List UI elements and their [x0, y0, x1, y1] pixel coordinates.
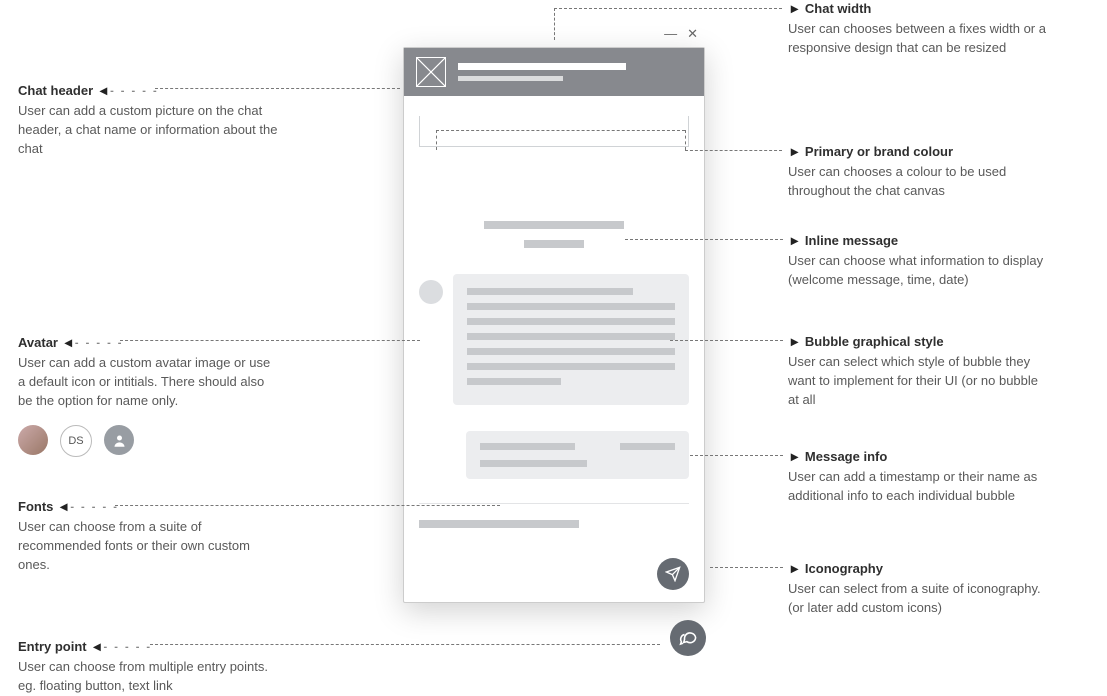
chat-header [404, 48, 704, 96]
avatar-examples: DS [18, 425, 134, 457]
annotation-primary-colour: ▸ Primary or brand colour User can choos… [788, 143, 1048, 201]
annotation-title: Chat header [18, 83, 93, 98]
annotation-avatar: Avatar ◂ - - - - - User can add a custom… [18, 334, 278, 411]
annotation-message-info: ▸ Message info User can add a timestamp … [788, 448, 1048, 506]
incoming-message-row [419, 274, 689, 405]
annotation-title: Fonts [18, 499, 53, 514]
window-controls: — ✕ [664, 26, 698, 42]
annotation-title: Chat width [805, 1, 871, 16]
person-icon [112, 433, 127, 448]
arrow-right-icon: ▸ [791, 143, 802, 160]
entry-point-button[interactable] [670, 620, 706, 656]
annotation-iconography: ▸ Iconography User can select from a sui… [788, 560, 1048, 618]
input-separator [419, 503, 689, 504]
brand-colour-region [419, 116, 689, 147]
arrow-right-icon: ▸ [791, 448, 802, 465]
annotation-desc: User can select which style of bubble th… [788, 353, 1048, 410]
chat-header-picture-placeholder [416, 57, 446, 87]
avatar-example-photo [18, 425, 48, 455]
annotation-desc: User can add a custom picture on the cha… [18, 102, 278, 159]
avatar-placeholder [419, 280, 443, 304]
annotation-entry-point: Entry point ◂ - - - - - User can choose … [18, 638, 278, 696]
arrow-left-icon: ◂ [56, 498, 67, 515]
arrow-left-icon: ◂ [90, 638, 101, 655]
annotation-title: Message info [805, 449, 887, 464]
inline-message-placeholder [404, 217, 704, 248]
annotation-desc: User can choose from multiple entry poin… [18, 658, 278, 696]
annotation-fonts: Fonts ◂ - - - - - User can choose from a… [18, 498, 278, 575]
chat-header-text-placeholder [458, 63, 692, 81]
annotation-title: Entry point [18, 639, 87, 654]
annotation-desc: User can choose what information to disp… [788, 252, 1048, 290]
annotation-chat-header: Chat header ◂ - - - - - User can add a c… [18, 82, 278, 159]
annotation-bubble-style: ▸ Bubble graphical style User can select… [788, 333, 1048, 410]
annotation-desc: User can chooses a colour to be used thr… [788, 163, 1048, 201]
minimize-icon[interactable]: — [664, 26, 677, 42]
message-bubble [453, 274, 689, 405]
annotation-title: Primary or brand colour [805, 144, 953, 159]
close-icon[interactable]: ✕ [687, 26, 698, 42]
annotation-title: Bubble graphical style [805, 334, 944, 349]
annotation-title: Avatar [18, 335, 58, 350]
annotation-desc: User can add a timestamp or their name a… [788, 468, 1048, 506]
arrow-right-icon: ▸ [791, 0, 802, 17]
avatar-example-icon [104, 425, 134, 455]
annotation-desc: User can select from a suite of iconogra… [788, 580, 1048, 618]
annotation-title: Inline message [805, 233, 898, 248]
chat-bubble-icon [679, 629, 698, 648]
annotation-desc: User can add a custom avatar image or us… [18, 354, 278, 411]
arrow-right-icon: ▸ [791, 333, 802, 350]
annotation-chat-width: ▸ Chat width User can chooses between a … [788, 0, 1048, 58]
avatar-example-initials: DS [60, 425, 92, 457]
message-input-placeholder[interactable] [419, 520, 579, 528]
annotation-desc: User can choose from a suite of recommen… [18, 518, 278, 575]
annotation-desc: User can chooses between a fixes width o… [788, 20, 1048, 58]
annotation-inline-message: ▸ Inline message User can choose what in… [788, 232, 1048, 290]
annotation-title: Iconography [805, 561, 883, 576]
outgoing-message-bubble [466, 431, 689, 479]
paper-plane-icon [665, 566, 681, 582]
arrow-right-icon: ▸ [791, 560, 802, 577]
arrow-right-icon: ▸ [791, 232, 802, 249]
arrow-left-icon: ◂ [61, 334, 72, 351]
send-button[interactable] [657, 558, 689, 590]
arrow-left-icon: ◂ [96, 82, 107, 99]
